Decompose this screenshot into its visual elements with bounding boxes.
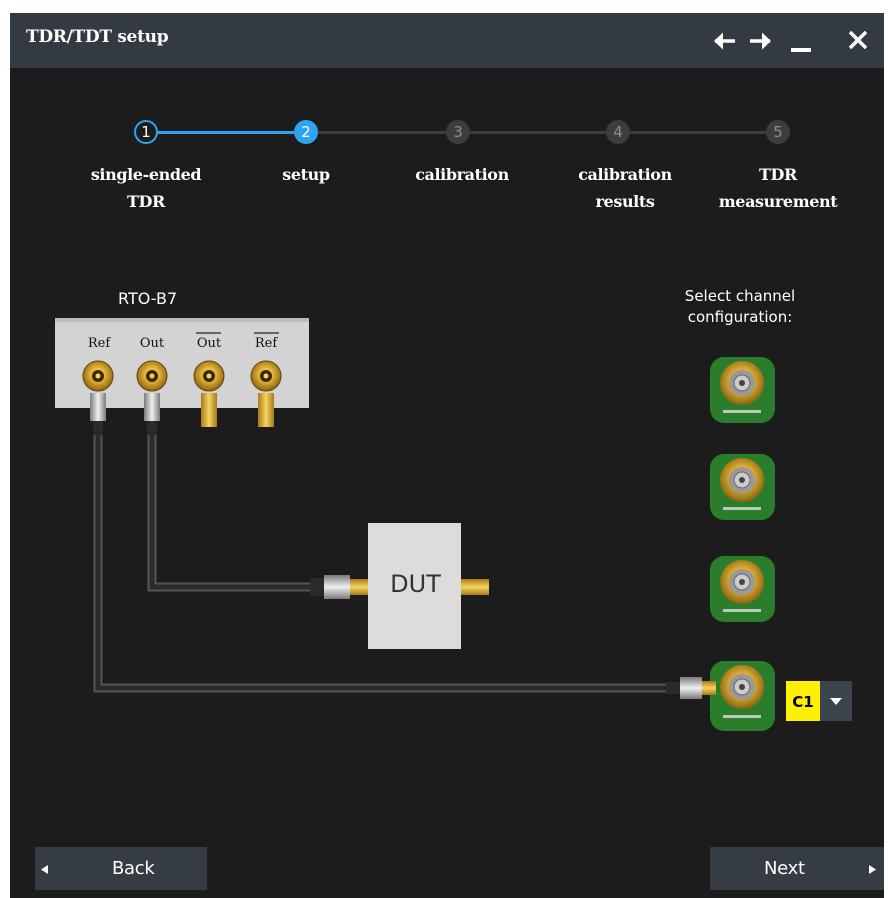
caret-left-icon — [41, 865, 48, 874]
back-label: Back — [112, 858, 155, 879]
next-button[interactable]: Next — [710, 847, 884, 890]
dut-label: DUT — [390, 570, 441, 598]
dut-connector-left — [310, 575, 368, 599]
port-label-ref: Ref — [87, 336, 111, 351]
channel-dropdown-button[interactable] — [820, 681, 852, 721]
next-label: Next — [764, 858, 805, 879]
channel-connector-2[interactable] — [710, 556, 775, 622]
channel-connector-3[interactable] — [710, 454, 775, 520]
port-label-ref-inverted: Ref — [254, 336, 278, 351]
channel-value[interactable]: C1 — [786, 681, 820, 721]
caret-right-icon — [869, 865, 876, 874]
dut-connector-right — [461, 579, 489, 595]
channel-connector-4[interactable] — [710, 357, 775, 423]
back-button[interactable]: Back — [35, 847, 207, 890]
connection-diagram — [55, 318, 775, 731]
channel-prompt: Select channel configuration: — [684, 287, 796, 326]
port-label-out-inverted: Out — [196, 336, 222, 351]
chevron-down-icon — [830, 698, 842, 705]
channel-select[interactable]: C1 — [786, 681, 852, 721]
cable-plug — [666, 677, 716, 699]
channel-connector-1[interactable] — [710, 661, 775, 731]
module-name: RTO-B7 — [118, 289, 178, 308]
tdr-setup-window: TDR/TDT setup 1 2 3 4 5 single-ended TDR… — [10, 13, 884, 898]
port-label-out: Out — [139, 336, 165, 351]
